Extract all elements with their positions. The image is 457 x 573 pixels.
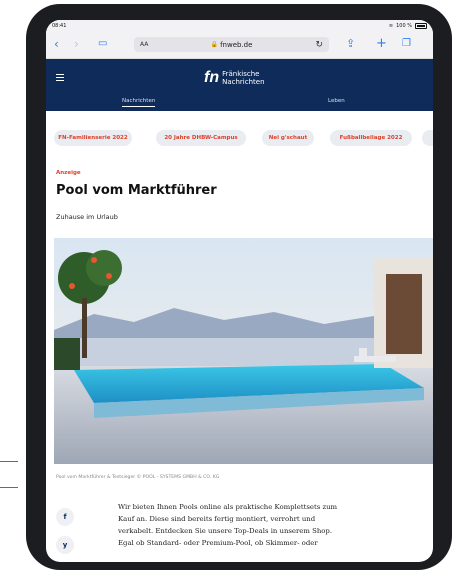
body-line: Kauf an. Diese sind bereits fertig monti…: [118, 515, 316, 523]
site-logo[interactable]: fn Fränkische Nachrichten: [204, 69, 265, 87]
address-bar[interactable]: AA 🔒 fnweb.de ↻: [134, 37, 329, 52]
reload-icon[interactable]: ↻: [315, 40, 323, 50]
nav-tab-leben[interactable]: Leben: [328, 98, 345, 104]
back-icon[interactable]: ‹: [54, 37, 59, 51]
chip-more[interactable]: [422, 130, 433, 146]
forward-icon[interactable]: ›: [74, 37, 79, 51]
article-subtitle: Zuhause im Urlaub: [56, 213, 118, 221]
sponsor-label: Anzeige: [56, 170, 81, 176]
menu-icon[interactable]: [56, 74, 64, 83]
twitter-icon[interactable]: y: [56, 536, 74, 554]
logo-mark: fn: [204, 69, 220, 86]
nav-tab-nachrichten[interactable]: Nachrichten: [122, 98, 156, 107]
browser-toolbar: ‹ › ▭ AA 🔒 fnweb.de ↻ ⇪ + ❐: [46, 32, 433, 59]
battery-percent: 100 %: [396, 23, 412, 29]
tablet-screen: 08:41 ≋ 100 % ‹ › ▭ AA 🔒 fnweb.de ↻ ⇪ + …: [46, 20, 433, 562]
logo-line-1: Fränkische: [222, 70, 260, 78]
share-icon[interactable]: ⇪: [346, 37, 355, 51]
lock-icon: 🔒: [210, 41, 219, 48]
logo-text: Fränkische Nachrichten: [222, 70, 264, 86]
topic-chips: FN-Familienserie 2022 20 Jahre DHBW-Camp…: [46, 130, 433, 150]
chip-fussball[interactable]: Fußballbeilage 2022: [330, 130, 412, 146]
battery-icon: [415, 23, 427, 29]
chip-dhbw[interactable]: 20 Jahre DHBW-Campus: [156, 130, 246, 146]
status-bar: 08:41 ≋ 100 %: [46, 20, 433, 32]
body-line: Wir bieten Ihnen Pools online als prakti…: [118, 503, 338, 511]
wifi-icon: ≋: [388, 23, 394, 29]
tabs-icon[interactable]: ❐: [402, 37, 411, 51]
logo-line-2: Nachrichten: [222, 78, 265, 86]
status-right: ≋ 100 %: [389, 23, 427, 29]
article-image: [54, 238, 433, 464]
url-text: fnweb.de: [220, 40, 253, 49]
body-line: Egal ob Standard- oder Premium-Pool, ob …: [118, 539, 318, 547]
status-time: 08:41: [52, 23, 67, 29]
site-nav: Nachrichten Leben: [46, 97, 433, 111]
annotation-line-top: [0, 461, 18, 462]
image-caption: Pool vom Marktführer & Testsieger © POOL…: [56, 475, 220, 480]
body-line: verkabelt. Entdecken Sie unsere Top-Deal…: [118, 527, 333, 535]
annotation-line-bottom: [0, 487, 18, 488]
chip-familienserie[interactable]: FN-Familienserie 2022: [54, 130, 132, 146]
plus-icon[interactable]: +: [376, 37, 387, 51]
chip-nei-gschaut[interactable]: Nei g'schaut: [262, 130, 314, 146]
facebook-icon[interactable]: f: [56, 508, 74, 526]
article-title: Pool vom Marktführer: [56, 183, 217, 198]
site-header: fn Fränkische Nachrichten Nachrichten Le…: [46, 59, 433, 111]
book-icon[interactable]: ▭: [98, 37, 107, 51]
text-size-button[interactable]: AA: [140, 41, 148, 48]
article-body: Wir bieten Ihnen Pools online als prakti…: [118, 501, 378, 549]
